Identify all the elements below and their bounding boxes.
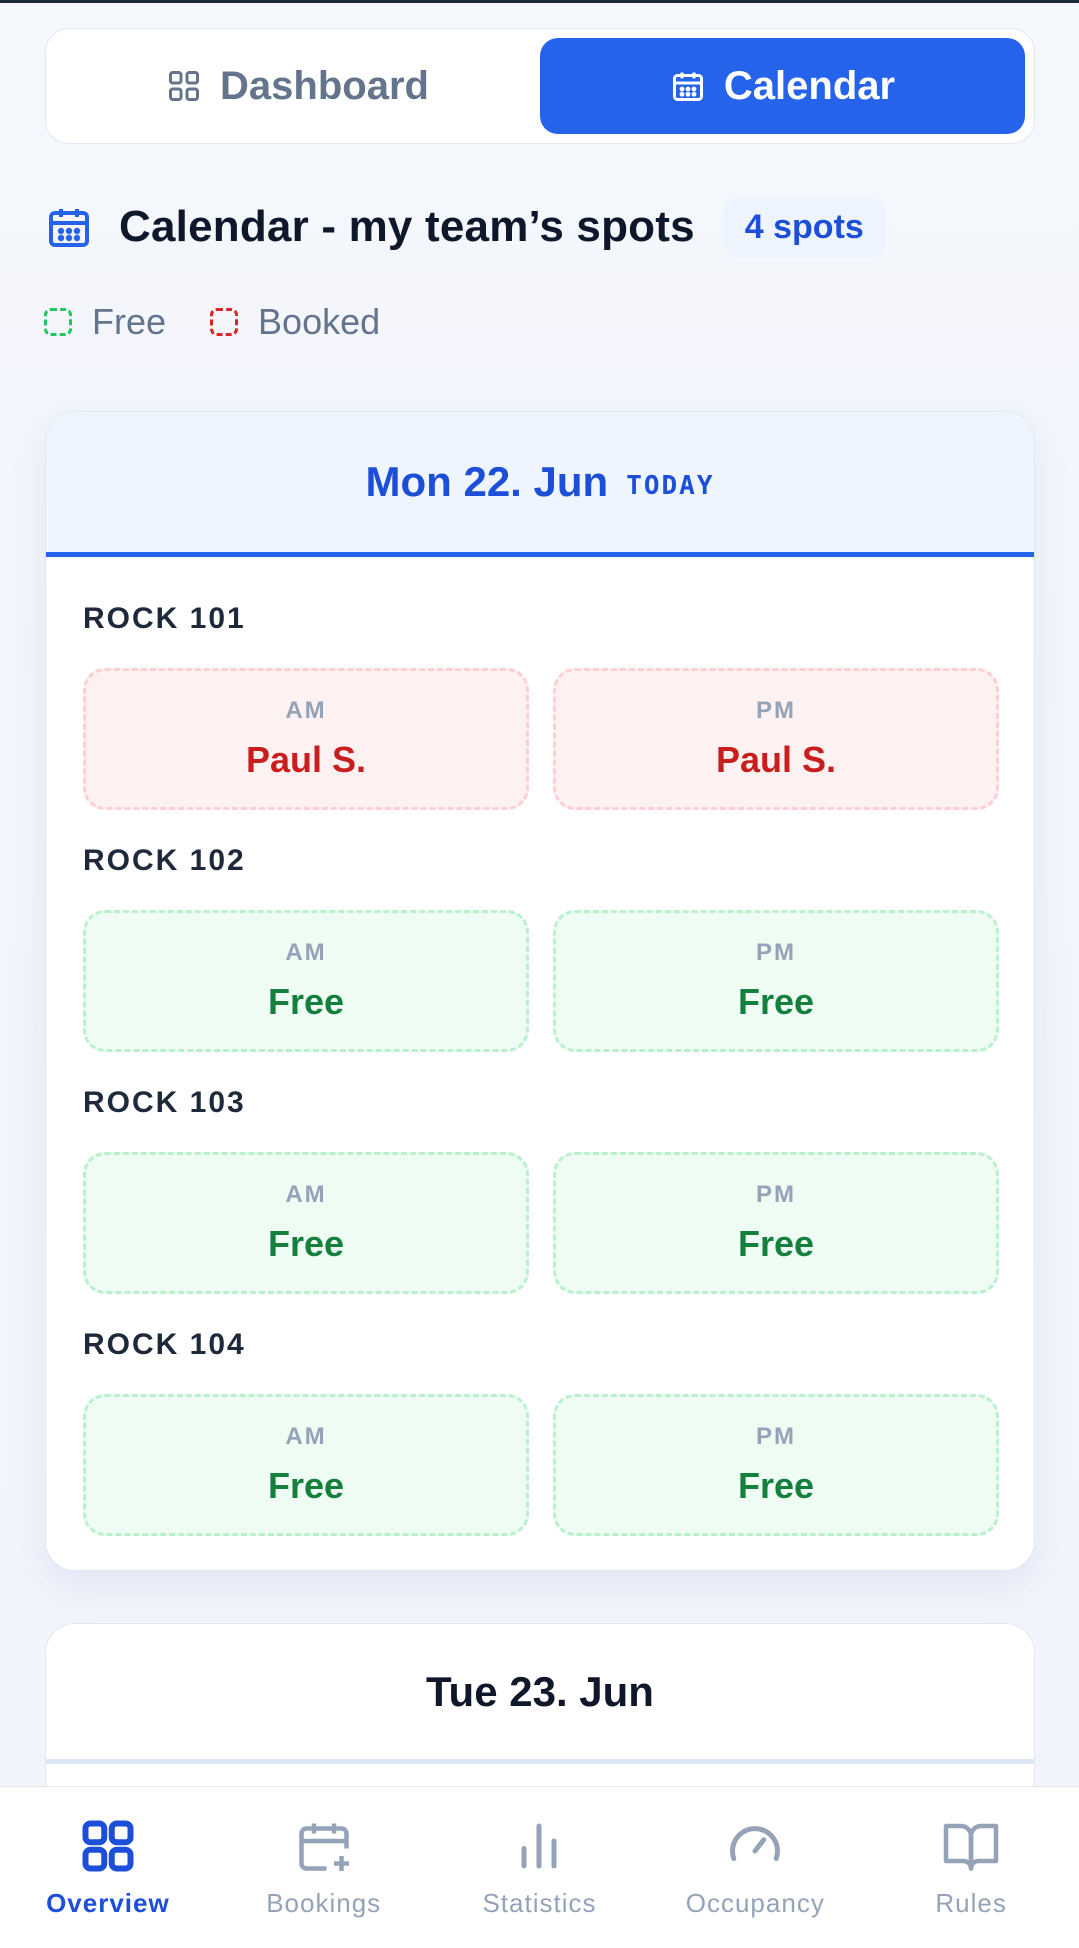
slot-am[interactable]: AM Free [83, 1394, 529, 1536]
day-header: Tue 23. Jun [46, 1624, 1034, 1764]
calendar-icon [672, 72, 703, 101]
dashboard-tab[interactable]: Dashboard [55, 38, 540, 134]
slot-pm[interactable]: PM Free [553, 910, 999, 1052]
nav-statistics-label: Statistics [482, 1888, 597, 1918]
page-header: Calendar - my team’s spots 4 spots [45, 195, 886, 259]
spot-row: ROCK 102 AM Free PM Free [83, 844, 999, 1052]
book-open-icon [943, 1823, 999, 1871]
nav-overview[interactable]: Overview [0, 1787, 216, 1948]
page-title: Calendar - my team’s spots [119, 202, 695, 251]
slot-period: PM [756, 697, 796, 724]
spot-row: ROCK 103 AM Free PM Free [83, 1086, 999, 1294]
nav-bookings-label: Bookings [266, 1888, 382, 1918]
slot-am[interactable]: AM Free [83, 910, 529, 1052]
day-title: Tue 23. Jun [426, 1667, 654, 1715]
slot-value: Free [267, 981, 345, 1022]
nav-occupancy-label: Occupancy [685, 1888, 825, 1918]
slot-period: PM [756, 939, 796, 966]
nav-rules[interactable]: Rules [863, 1787, 1079, 1948]
bar-chart-icon [521, 1823, 557, 1869]
grid-icon [169, 71, 200, 101]
slot-value: Paul S. [715, 739, 837, 780]
legend-free: Free [44, 301, 166, 343]
day-header: Mon 22. Jun TODAY [46, 412, 1034, 557]
booked-swatch [210, 308, 239, 336]
nav-occupancy[interactable]: Occupancy [647, 1787, 863, 1948]
calendar-tab[interactable]: Calendar [540, 38, 1025, 134]
slot-pm[interactable]: PM Paul S. [553, 668, 999, 810]
legend-free-label: Free [92, 301, 167, 342]
spots-count-badge: 4 spots [722, 197, 886, 257]
free-swatch [44, 308, 72, 336]
top-rule [0, 0, 1079, 3]
slot-period: AM [285, 697, 327, 724]
spot-name: ROCK 102 [83, 844, 246, 877]
day-card-tuesday: Tue 23. Jun [45, 1623, 1035, 1803]
slot-pm[interactable]: PM Free [553, 1152, 999, 1294]
today-tag: TODAY [626, 471, 715, 501]
slot-period: AM [285, 1181, 327, 1208]
slot-pm[interactable]: PM Free [553, 1394, 999, 1536]
slot-value: Free [737, 1465, 815, 1506]
spot-name: ROCK 101 [83, 602, 246, 635]
slot-value: Free [267, 1223, 345, 1264]
bottom-nav: Overview Bookings Statistics Occupancy R… [0, 1786, 1079, 1948]
calendar-plus-icon [298, 1823, 349, 1871]
nav-bookings[interactable]: Bookings [216, 1787, 432, 1948]
nav-statistics[interactable]: Statistics [432, 1787, 648, 1948]
slot-am[interactable]: AM Free [83, 1152, 529, 1294]
nav-overview-label: Overview [46, 1888, 170, 1918]
spot-row: ROCK 101 AM Paul S. PM Paul S. [83, 602, 999, 810]
nav-rules-label: Rules [935, 1888, 1007, 1918]
day-title: Mon 22. Jun [365, 458, 609, 505]
legend-booked: Booked [210, 301, 380, 343]
legend-booked-label: Booked [258, 301, 381, 342]
slot-value: Free [267, 1465, 345, 1506]
slot-row: AM Free PM Free [83, 1152, 999, 1294]
calendar-icon [49, 209, 89, 247]
calendar-tab-label: Calendar [723, 63, 896, 108]
slot-period: AM [285, 1423, 327, 1450]
grid-icon [82, 1820, 134, 1872]
slot-row: AM Free PM Free [83, 910, 999, 1052]
slot-value: Free [737, 1223, 815, 1264]
slot-am[interactable]: AM Paul S. [83, 668, 529, 810]
slot-row: AM Paul S. PM Paul S. [83, 668, 999, 810]
slot-value: Free [737, 981, 815, 1022]
spot-row: ROCK 104 AM Free PM Free [83, 1328, 999, 1536]
gauge-icon [730, 1826, 781, 1861]
slot-period: PM [756, 1181, 796, 1208]
spot-name: ROCK 104 [83, 1328, 246, 1361]
status-legend: Free Booked [44, 300, 424, 344]
view-toggle: Dashboard Calendar [45, 28, 1035, 144]
slot-value: Paul S. [245, 739, 367, 780]
spot-name: ROCK 103 [83, 1086, 246, 1119]
slot-row: AM Free PM Free [83, 1394, 999, 1536]
slot-period: AM [285, 939, 327, 966]
dashboard-tab-label: Dashboard [220, 63, 429, 108]
slot-period: PM [756, 1423, 796, 1450]
day-card-monday: Mon 22. Jun TODAY ROCK 101 AM Paul S. PM… [45, 411, 1035, 1571]
